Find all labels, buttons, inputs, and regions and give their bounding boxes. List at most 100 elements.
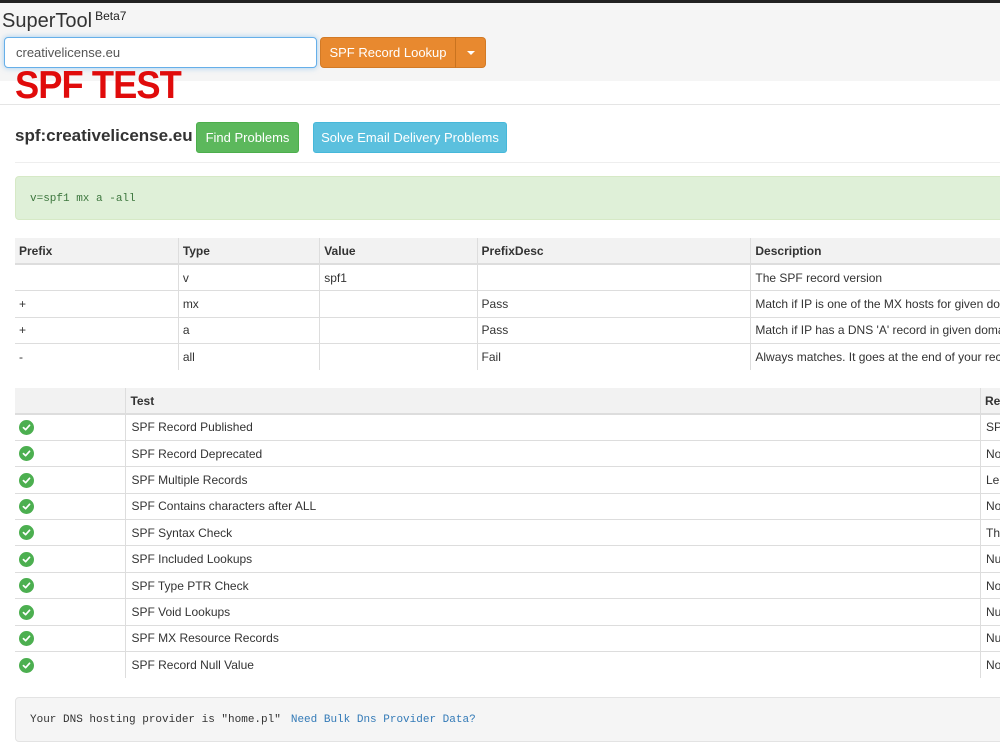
column-header-status	[15, 388, 127, 415]
cell-type: v	[178, 263, 321, 291]
solve-email-delivery-label: Solve Email Delivery Problems	[321, 130, 499, 145]
column-header-prefixdesc: PrefixDesc	[477, 238, 752, 265]
cell-test-name: SPF Record Deprecated	[125, 439, 981, 467]
cell-test-name: SPF Record Published	[125, 413, 981, 441]
cell-status	[15, 466, 127, 494]
cell-test-name: SPF Syntax Check	[125, 519, 981, 546]
cell-type: a	[178, 316, 321, 344]
spf-tests-table: Test Re SPF Record PublishedSPSPF Record…	[15, 388, 1000, 678]
test-row: SPF MX Resource Records Nu	[15, 624, 1000, 652]
cell-test-name: SPF Record Null Value	[125, 651, 981, 678]
test-row: SPF Syntax Check Th	[15, 519, 1000, 546]
column-header-result: Re	[980, 388, 1000, 415]
check-circle-icon	[19, 472, 34, 488]
cell-prefix	[15, 263, 179, 291]
cell-description: The SPF record version	[750, 263, 1000, 291]
check-circle-icon	[19, 604, 34, 620]
cell-status	[15, 545, 127, 573]
cell-prefixdesc: Fail	[477, 343, 752, 370]
solve-email-delivery-button[interactable]: Solve Email Delivery Problems	[313, 122, 507, 153]
column-header-description: Description	[750, 238, 1000, 265]
cell-result: Th	[980, 519, 1000, 546]
cell-test-name: SPF Contains characters after ALL	[125, 492, 981, 520]
cell-result: Nu	[980, 598, 1000, 626]
column-header-type: Type	[178, 238, 321, 265]
cell-value	[319, 316, 478, 344]
lookup-dropdown-button[interactable]	[455, 37, 486, 68]
brand-name: SuperTool	[2, 10, 93, 32]
caret-down-icon	[466, 50, 475, 55]
divider	[15, 162, 1000, 163]
dns-provider-text: Your DNS hosting provider is "home.pl"	[30, 714, 281, 726]
column-header-value: Value	[319, 238, 478, 265]
cell-value	[319, 343, 478, 370]
cell-value	[319, 290, 478, 317]
cell-result: SP	[980, 413, 1000, 441]
cell-result: Nu	[980, 624, 1000, 652]
cell-status	[15, 413, 127, 441]
test-row: SPF Contains characters after ALL No	[15, 492, 1000, 520]
table-row: + a Pass Match if IP has a DNS 'A' recor…	[15, 316, 1000, 344]
spf-record-text: v=spf1 mx a -all	[30, 193, 136, 205]
check-circle-icon	[19, 630, 34, 646]
dns-provider-box: Your DNS hosting provider is "home.pl" Ne…	[15, 697, 1000, 742]
test-row: SPF Multiple Records Le	[15, 466, 1000, 494]
cell-result: Nu	[980, 545, 1000, 573]
column-header-prefix: Prefix	[15, 238, 179, 265]
cell-prefix: -	[15, 343, 179, 370]
cell-description: Match if IP is one of the MX hosts for g…	[750, 290, 1000, 317]
cell-result: No	[980, 492, 1000, 520]
spf-record-lookup-label: SPF Record Lookup	[329, 45, 447, 60]
check-circle-icon	[19, 525, 34, 541]
test-row: SPF Included Lookups Nu	[15, 545, 1000, 573]
result-title: spf:creativelicense.eu	[15, 126, 193, 145]
table-header-row: Test Re	[15, 388, 1000, 415]
test-row: SPF Type PTR Check No	[15, 571, 1000, 599]
divider	[0, 104, 1000, 105]
test-row: SPF Void Lookups Nu	[15, 598, 1000, 626]
test-row: SPF Record Deprecated No	[15, 439, 1000, 467]
spf-test-stamp: SPF TEST	[15, 64, 182, 107]
cell-prefixdesc: Pass	[477, 290, 752, 317]
cell-result: No	[980, 439, 1000, 467]
cell-result: Le	[980, 466, 1000, 494]
cell-status	[15, 651, 127, 678]
check-circle-icon	[19, 657, 34, 673]
cell-prefix: +	[15, 316, 179, 344]
cell-status	[15, 624, 127, 652]
cell-prefixdesc	[477, 263, 752, 291]
cell-test-name: SPF Type PTR Check	[125, 571, 981, 599]
bulk-dns-provider-link[interactable]: Need Bulk Dns Provider Data?	[291, 714, 476, 726]
cell-description: Match if IP has a DNS 'A' record in give…	[750, 316, 1000, 344]
spf-record-lookup-button[interactable]: SPF Record Lookup	[320, 37, 456, 68]
brand-version: Beta7	[95, 9, 127, 23]
cell-status	[15, 571, 127, 599]
cell-description: Always matches. It goes at the end of yo…	[750, 343, 1000, 370]
table-row: - all Fail Always matches. It goes at th…	[15, 343, 1000, 370]
cell-status	[15, 519, 127, 546]
cell-test-name: SPF Included Lookups	[125, 545, 981, 573]
spf-record-table: Prefix Type Value PrefixDesc Description…	[15, 238, 1000, 370]
check-circle-icon	[19, 551, 34, 567]
cell-type: mx	[178, 290, 321, 317]
cell-test-name: SPF Void Lookups	[125, 598, 981, 626]
column-header-test: Test	[125, 388, 981, 415]
cell-test-name: SPF Multiple Records	[125, 466, 981, 494]
cell-type: all	[178, 343, 321, 370]
brand[interactable]: SuperTool Beta7	[2, 9, 127, 33]
check-circle-icon	[19, 499, 34, 515]
find-problems-label: Find Problems	[205, 130, 290, 145]
cell-status	[15, 598, 127, 626]
find-problems-button[interactable]: Find Problems	[196, 122, 299, 153]
cell-prefix: +	[15, 290, 179, 317]
cell-prefixdesc: Pass	[477, 316, 752, 344]
table-header-row: Prefix Type Value PrefixDesc Description	[15, 238, 1000, 265]
spf-record-box: v=spf1 mx a -all	[15, 176, 1000, 220]
test-row: SPF Record Null Value No	[15, 651, 1000, 678]
check-circle-icon	[19, 420, 34, 436]
table-row: + mx Pass Match if IP is one of the MX h…	[15, 290, 1000, 317]
test-row: SPF Record PublishedSP	[15, 413, 1000, 441]
cell-value: spf1	[319, 263, 478, 291]
cell-status	[15, 439, 127, 467]
cell-result: No	[980, 651, 1000, 678]
